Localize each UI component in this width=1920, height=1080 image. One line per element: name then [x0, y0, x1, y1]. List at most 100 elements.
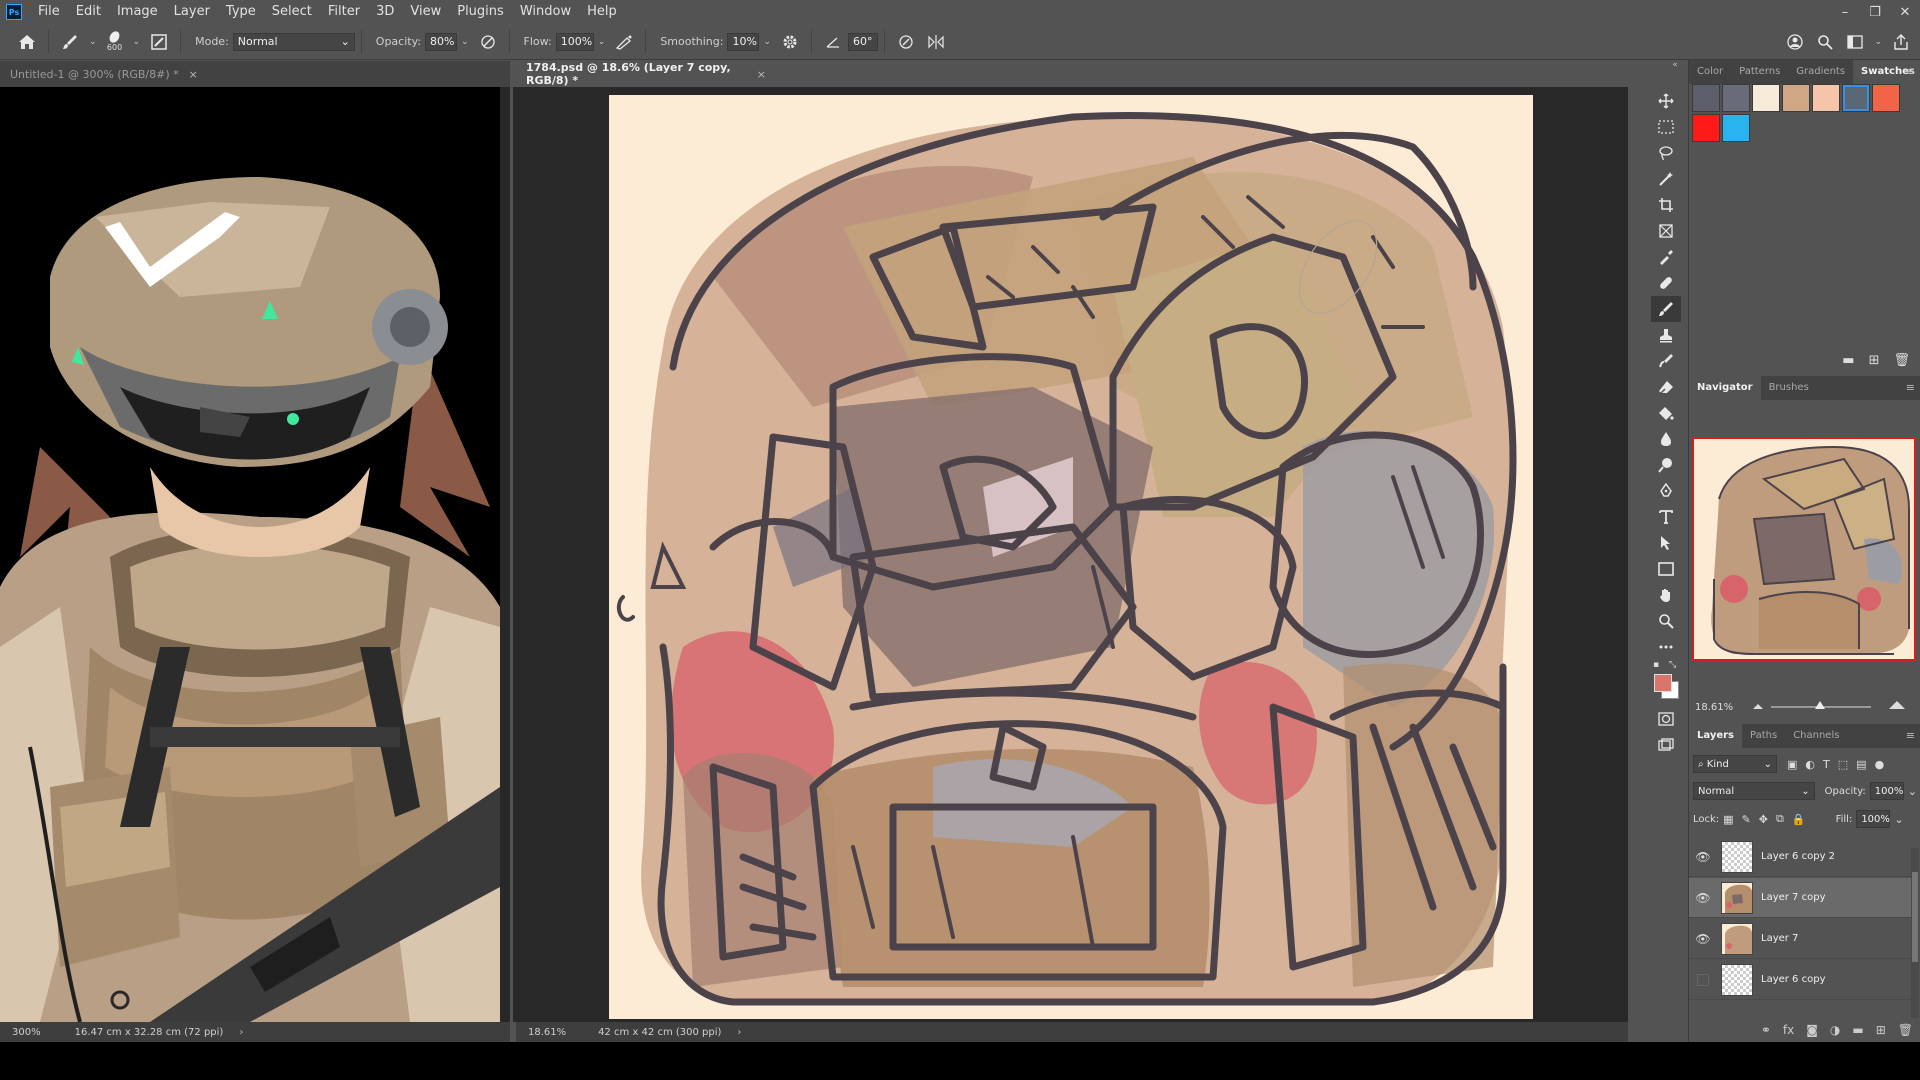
chevron-down-icon[interactable]: ⌄: [461, 37, 469, 47]
angle-field[interactable]: 60°: [848, 32, 879, 51]
menu-file[interactable]: File: [30, 0, 68, 24]
link-layers-icon[interactable]: ⚭: [1761, 1023, 1771, 1037]
blur-tool-icon[interactable]: [1651, 426, 1681, 452]
chevron-down-icon[interactable]: ⌄: [1908, 785, 1917, 798]
fx-icon[interactable]: fx: [1783, 1023, 1794, 1037]
minimize-button[interactable]: –: [1830, 0, 1860, 24]
trash-icon[interactable]: 🗑: [1893, 353, 1910, 368]
chevron-down-icon[interactable]: ⌄: [763, 37, 771, 47]
type-tool-icon[interactable]: [1651, 504, 1681, 530]
color-swatch[interactable]: [1692, 84, 1720, 112]
fill-field[interactable]: 100%: [1856, 810, 1891, 828]
eye-icon[interactable]: 👁: [1689, 891, 1717, 905]
folder-icon[interactable]: ▬: [1842, 353, 1854, 368]
menu-layer[interactable]: Layer: [166, 0, 218, 24]
smoothing-field[interactable]: 10%: [727, 32, 760, 51]
menu-select[interactable]: Select: [264, 0, 320, 24]
brush-size-picker[interactable]: 600: [101, 28, 129, 56]
tab-color[interactable]: Color: [1689, 60, 1731, 84]
color-swatch[interactable]: [1692, 114, 1720, 142]
layer-name[interactable]: Layer 7: [1761, 933, 1798, 944]
tab-layers[interactable]: Layers: [1689, 724, 1742, 748]
chevron-down-icon[interactable]: ⌄: [89, 37, 97, 47]
brush-settings-toggle-icon[interactable]: [148, 30, 170, 54]
share-user-icon[interactable]: [1784, 30, 1806, 54]
rectangle-tool-icon[interactable]: [1651, 556, 1681, 582]
paint-bucket-tool-icon[interactable]: [1651, 400, 1681, 426]
navigator-preview[interactable]: [1692, 437, 1916, 661]
gear-icon[interactable]: [779, 30, 801, 54]
swap-colors-icon[interactable]: ⤡: [1669, 660, 1676, 670]
filter-kind-select[interactable]: ⌕ Kind ⌄: [1693, 755, 1777, 773]
add-mask-icon[interactable]: ◙: [1806, 1023, 1818, 1037]
airbrush-icon[interactable]: [613, 30, 635, 54]
menu-plugins[interactable]: Plugins: [449, 0, 512, 24]
screen-mode-icon[interactable]: [1651, 732, 1681, 758]
eyedropper-tool-icon[interactable]: [1651, 244, 1681, 270]
magic-wand-tool-icon[interactable]: [1651, 166, 1681, 192]
dodge-tool-icon[interactable]: [1651, 452, 1681, 478]
panel-menu-icon[interactable]: ≡: [1906, 381, 1915, 394]
menu-filter[interactable]: Filter: [320, 0, 368, 24]
lock-pixels-icon[interactable]: ✎: [1742, 813, 1751, 826]
zoom-slider-thumb[interactable]: [1815, 701, 1825, 709]
search-icon[interactable]: [1814, 30, 1836, 54]
scrollbar-thumb[interactable]: [1912, 872, 1918, 962]
restore-button[interactable]: ❐: [1860, 0, 1890, 24]
layer-name[interactable]: Layer 6 copy 2: [1761, 851, 1835, 862]
zoom-out-icon[interactable]: [1753, 704, 1763, 709]
chevron-down-icon[interactable]: ⌄: [133, 37, 141, 47]
photoshop-logo-icon[interactable]: Ps: [6, 4, 22, 20]
eye-icon[interactable]: 👁: [1689, 932, 1717, 946]
marquee-tool-icon[interactable]: [1651, 114, 1681, 140]
panel-menu-icon[interactable]: ≡: [1906, 729, 1915, 742]
tab-untitled-1[interactable]: Untitled-1 @ 300% (RGB/8#) * ×: [0, 61, 510, 87]
trash-icon[interactable]: 🗑: [1898, 1023, 1913, 1037]
color-swatch[interactable]: [1722, 114, 1750, 142]
stamp-tool-icon[interactable]: [1651, 322, 1681, 348]
new-swatch-icon[interactable]: ⊞: [1869, 353, 1880, 368]
share-icon[interactable]: [1890, 30, 1912, 54]
color-swatch[interactable]: [1812, 84, 1840, 112]
brush-preset-icon[interactable]: [59, 30, 81, 54]
pressure-opacity-icon[interactable]: [477, 30, 499, 54]
tab-brushes[interactable]: Brushes: [1761, 376, 1817, 400]
visibility-toggle[interactable]: [1697, 973, 1709, 986]
lock-position-icon[interactable]: ✥: [1759, 813, 1768, 826]
layer-row[interactable]: 👁 Layer 6 copy 2: [1689, 837, 1911, 877]
filter-shape-icon[interactable]: ⬚: [1838, 758, 1848, 771]
close-tab-icon[interactable]: ×: [189, 68, 198, 81]
default-colors-icon[interactable]: ▪: [1653, 660, 1659, 670]
menu-help[interactable]: Help: [579, 0, 625, 24]
menu-3d[interactable]: 3D: [368, 0, 402, 24]
menu-view[interactable]: View: [402, 0, 449, 24]
more-tools-icon[interactable]: [1651, 634, 1681, 660]
close-tab-icon[interactable]: ×: [757, 68, 766, 81]
filter-pixel-icon[interactable]: ▣: [1787, 758, 1797, 771]
close-button[interactable]: ✕: [1890, 0, 1920, 24]
filter-adjustment-icon[interactable]: ◐: [1805, 758, 1815, 771]
home-icon[interactable]: [16, 30, 38, 54]
chevron-right-icon[interactable]: ›: [239, 1027, 243, 1038]
main-document-canvas[interactable]: [513, 87, 1628, 1022]
collapse-toolbar-icon[interactable]: «: [1662, 60, 1688, 74]
tab-channels[interactable]: Channels: [1785, 724, 1847, 748]
new-layer-icon[interactable]: ⊞: [1876, 1023, 1886, 1037]
layer-row-selected[interactable]: 👁 Layer 7 copy: [1689, 878, 1911, 918]
healing-tool-icon[interactable]: [1651, 270, 1681, 296]
lock-artboard-icon[interactable]: ⧉: [1776, 812, 1784, 826]
tab-navigator[interactable]: Navigator: [1689, 376, 1761, 400]
color-swatch[interactable]: [1782, 84, 1810, 112]
navigator-zoom-value[interactable]: 18.61%: [1695, 702, 1733, 713]
zoom-in-icon[interactable]: [1889, 701, 1905, 709]
layer-name[interactable]: Layer 7 copy: [1761, 892, 1825, 903]
foreground-color-swatch[interactable]: [1654, 674, 1672, 692]
lock-all-icon[interactable]: 🔒: [1792, 813, 1806, 826]
layer-opacity-field[interactable]: 100%: [1869, 782, 1904, 800]
pressure-size-icon[interactable]: [895, 30, 917, 54]
lasso-tool-icon[interactable]: [1651, 140, 1681, 166]
color-swatch[interactable]: [1872, 84, 1900, 112]
panel-menu-icon[interactable]: ≡: [1906, 65, 1915, 78]
color-swatch[interactable]: [1752, 84, 1780, 112]
tab-gradients[interactable]: Gradients: [1788, 60, 1853, 84]
